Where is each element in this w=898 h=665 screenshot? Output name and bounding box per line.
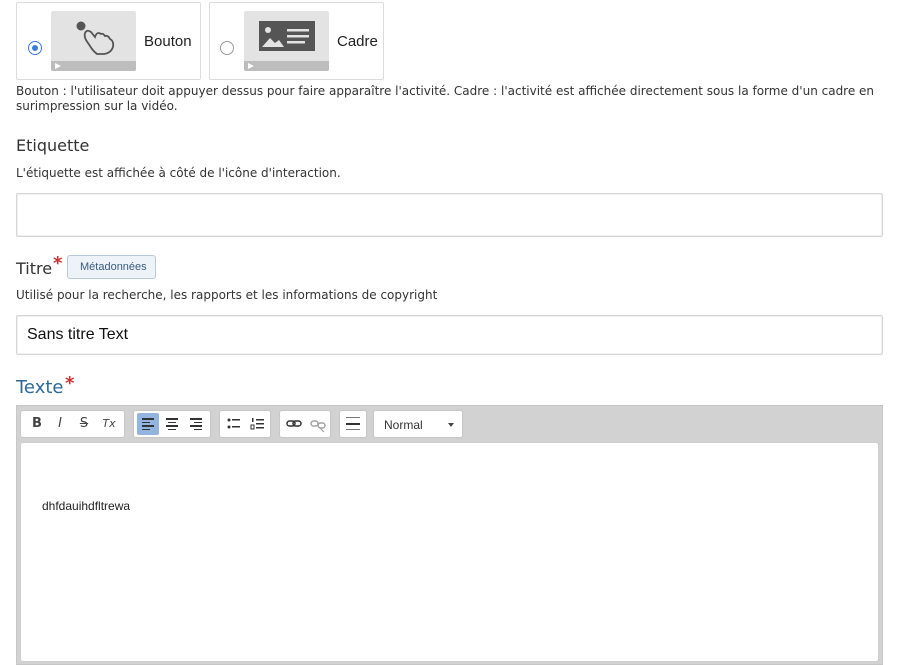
title-input[interactable]: Sans titre Text xyxy=(16,315,883,355)
play-icon xyxy=(248,63,254,69)
hand-pointer-icon xyxy=(76,21,115,55)
play-icon xyxy=(55,63,61,69)
chevron-down-icon xyxy=(448,423,454,427)
radio-button-selected[interactable] xyxy=(28,41,42,55)
align-right-button[interactable] xyxy=(185,413,207,435)
metadata-tag-button[interactable]: Métadonnées xyxy=(67,255,156,279)
text-field-title: Texte xyxy=(16,377,64,398)
bullet-list-icon xyxy=(227,418,240,429)
title-field-title: Titre xyxy=(16,259,53,278)
format-select[interactable]: Normal xyxy=(373,410,463,438)
toolbar-group-links xyxy=(279,410,331,438)
display-option-label: Bouton xyxy=(144,33,192,50)
numbered-list-icon xyxy=(250,418,264,430)
link-icon xyxy=(286,420,302,427)
unlink-button[interactable] xyxy=(307,413,329,435)
display-type-description: Bouton : l'utilisateur doit appuyer dess… xyxy=(16,84,875,113)
align-center-icon xyxy=(166,418,178,430)
display-option-frame[interactable]: Cadre xyxy=(209,2,384,80)
bold-button[interactable]: B xyxy=(26,413,48,435)
unlink-icon xyxy=(310,420,326,433)
display-option-label: Cadre xyxy=(337,33,378,50)
label-input[interactable] xyxy=(16,193,883,237)
required-asterisk: * xyxy=(53,253,63,274)
image-text-icon xyxy=(259,21,315,51)
title-field-description: Utilisé pour la recherche, les rapports … xyxy=(16,288,438,302)
horizontal-rule-icon xyxy=(346,417,360,430)
radio-frame[interactable] xyxy=(220,41,234,55)
align-left-icon xyxy=(142,418,154,430)
align-left-button[interactable] xyxy=(137,413,159,435)
button-preview-thumbnail xyxy=(51,11,136,71)
toolbar-group-align xyxy=(133,410,211,438)
italic-button[interactable]: I xyxy=(49,413,71,435)
remove-format-button[interactable]: Tx xyxy=(98,413,120,435)
frame-preview-thumbnail xyxy=(244,11,329,71)
numbered-list-button[interactable] xyxy=(247,413,269,435)
editor-text: dhfdauihdfltrewa xyxy=(42,499,131,513)
toolbar-group-rule xyxy=(339,410,367,438)
bullet-list-button[interactable] xyxy=(223,413,245,435)
link-button[interactable] xyxy=(283,413,305,435)
title-input-value: Sans titre Text xyxy=(27,326,129,343)
align-right-icon xyxy=(190,418,202,430)
align-center-button[interactable] xyxy=(161,413,183,435)
text-editor-content[interactable]: dhfdauihdfltrewa xyxy=(20,442,879,662)
rich-text-editor: B I S Tx Normal dhfdauihdfltrewa xyxy=(16,405,883,665)
format-select-value: Normal xyxy=(384,418,423,432)
toolbar-group-lists xyxy=(219,410,271,438)
label-field-description: L'étiquette est affichée à côté de l'icô… xyxy=(16,166,341,180)
display-option-button[interactable]: Bouton xyxy=(16,2,201,80)
required-asterisk: * xyxy=(65,373,75,394)
horizontal-rule-button[interactable] xyxy=(342,413,364,435)
strikethrough-button[interactable]: S xyxy=(73,413,95,435)
toolbar-group-styles: B I S Tx xyxy=(20,410,125,438)
label-field-title: Etiquette xyxy=(16,136,90,155)
